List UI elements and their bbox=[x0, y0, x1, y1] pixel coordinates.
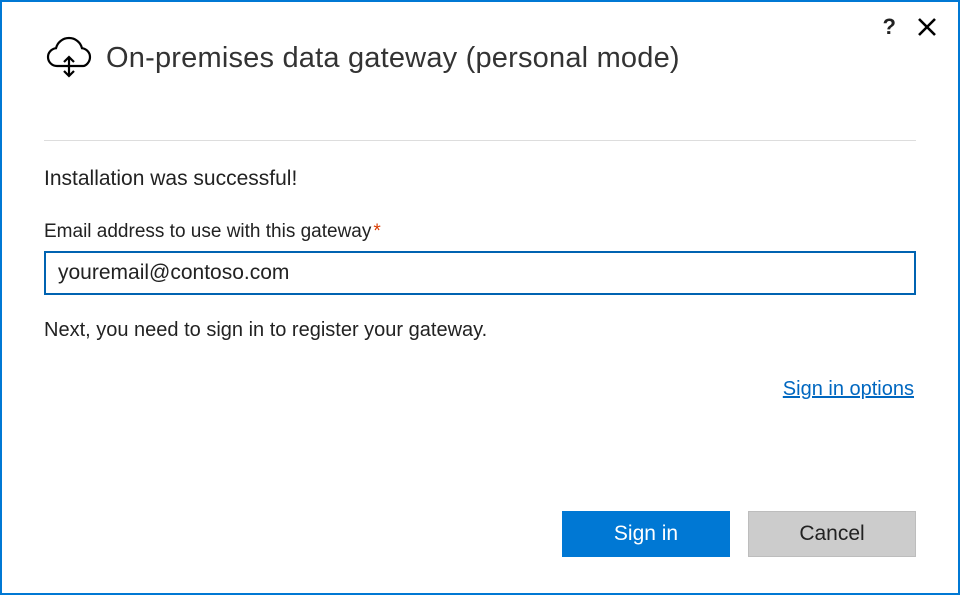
dialog-content: Installation was successful! Email addre… bbox=[2, 141, 958, 401]
success-message: Installation was successful! bbox=[44, 167, 916, 191]
dialog-title: On-premises data gateway (personal mode) bbox=[106, 42, 680, 75]
next-instruction: Next, you need to sign in to register yo… bbox=[44, 319, 916, 342]
email-field[interactable] bbox=[44, 251, 916, 295]
cancel-button[interactable]: Cancel bbox=[748, 511, 916, 557]
close-icon[interactable] bbox=[918, 18, 936, 36]
signin-button[interactable]: Sign in bbox=[562, 511, 730, 557]
signin-options-row: Sign in options bbox=[44, 378, 916, 401]
help-icon[interactable]: ? bbox=[883, 16, 896, 38]
button-row: Sign in Cancel bbox=[562, 511, 916, 557]
signin-options-link[interactable]: Sign in options bbox=[783, 378, 914, 400]
email-label: Email address to use with this gateway bbox=[44, 221, 371, 242]
gateway-dialog: ? On-premises data gateway (personal mod… bbox=[0, 0, 960, 595]
email-label-row: Email address to use with this gateway* bbox=[44, 221, 916, 243]
dialog-header: On-premises data gateway (personal mode) bbox=[2, 2, 958, 80]
required-marker: * bbox=[373, 221, 380, 242]
titlebar-controls: ? bbox=[883, 16, 936, 38]
cloud-gateway-icon bbox=[44, 36, 94, 80]
